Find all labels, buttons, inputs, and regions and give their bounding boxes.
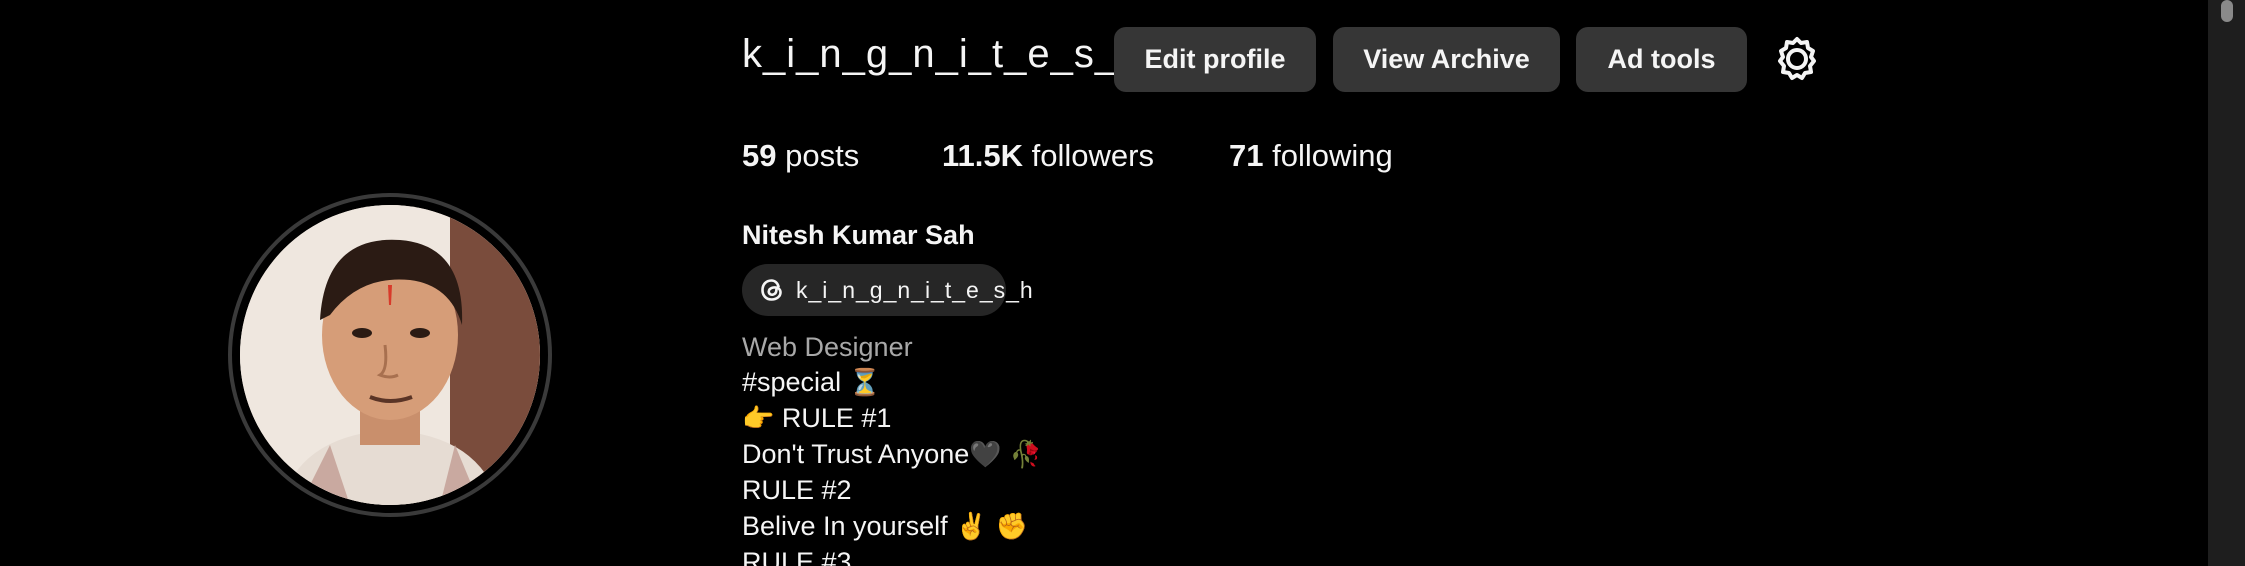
profile-username: k_i_n_g_n_i_t_e_s_h <box>742 32 1142 76</box>
bio-line: 👉 RULE #1 <box>742 403 891 434</box>
black-heart-rose-icon: 🖤 🥀 <box>969 440 1043 470</box>
bio-text: RULE #2 <box>742 475 852 505</box>
scrollbar-thumb[interactable] <box>2221 0 2233 22</box>
avatar[interactable] <box>240 205 540 505</box>
bio-line: RULE #3 <box>742 547 852 566</box>
bio-text: Belive In yourself <box>742 511 948 541</box>
gear-icon[interactable] <box>1772 34 1822 84</box>
following-stat[interactable]: 71 following <box>1229 138 1393 174</box>
profile-category: Web Designer <box>742 332 913 362</box>
pointing-hand-icon: 👉 <box>742 404 775 434</box>
bio-line: Belive In yourself ✌️ ✊ <box>742 511 1028 542</box>
bio-line: #special ⏳ <box>742 367 881 398</box>
posts-count: 59 <box>742 138 777 173</box>
followers-label: followers <box>1031 138 1154 173</box>
bio-line: RULE #2 <box>742 475 852 506</box>
posts-label: posts <box>785 138 860 173</box>
bio-text: #special <box>742 367 849 397</box>
following-count: 71 <box>1229 138 1264 173</box>
following-label: following <box>1272 138 1393 173</box>
edit-profile-button[interactable]: Edit profile <box>1114 27 1316 92</box>
bio-line: Don't Trust Anyone🖤 🥀 <box>742 439 1042 470</box>
view-archive-button[interactable]: View Archive <box>1333 27 1560 92</box>
scrollbar[interactable] <box>2208 0 2245 566</box>
hourglass-icon: ⏳ <box>848 368 881 398</box>
threads-handle: k_i_n_g_n_i_t_e_s_h <box>796 276 1034 303</box>
bio-text: RULE #3 <box>742 547 852 566</box>
bio-text: RULE #1 <box>774 403 892 433</box>
avatar-photo <box>240 205 540 505</box>
posts-stat[interactable]: 59 posts <box>742 138 859 174</box>
profile-page: k_i_n_g_n_i_t_e_s_h Edit profile View Ar… <box>0 0 2245 566</box>
victory-fist-icon: ✌️ ✊ <box>955 512 1029 542</box>
ad-tools-button[interactable]: Ad tools <box>1576 27 1747 92</box>
threads-link[interactable]: k_i_n_g_n_i_t_e_s_h <box>742 264 1033 316</box>
followers-stat[interactable]: 11.5K followers <box>942 138 1154 174</box>
profile-full-name: Nitesh Kumar Sah <box>742 220 975 250</box>
threads-icon <box>761 279 782 301</box>
avatar-ring[interactable] <box>228 193 552 517</box>
bio-text: Don't Trust Anyone <box>742 439 970 469</box>
followers-count: 11.5K <box>942 138 1024 173</box>
